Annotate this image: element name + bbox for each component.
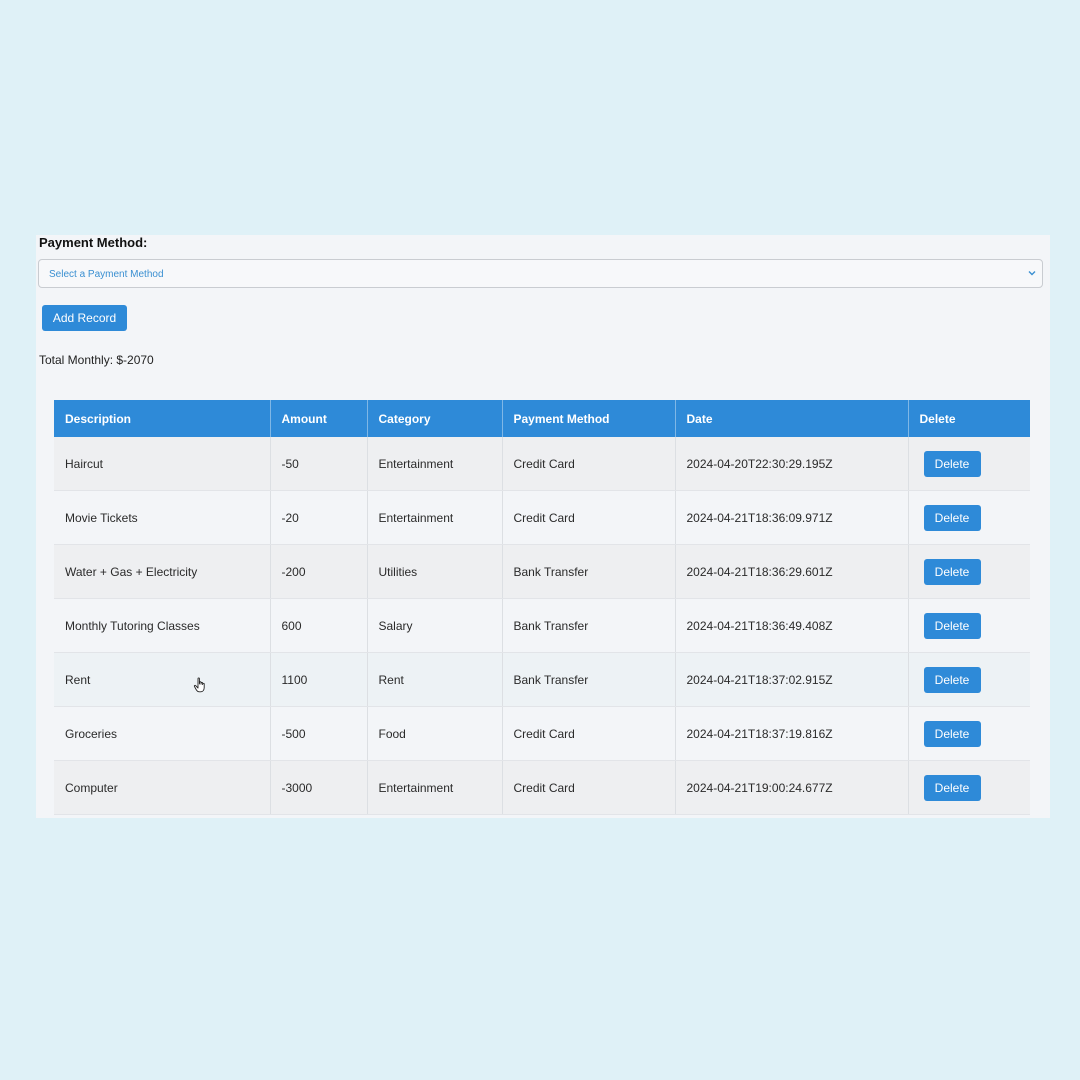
cell-description: Computer <box>54 760 271 815</box>
header-category: Category <box>367 400 503 437</box>
delete-button[interactable]: Delete <box>923 504 981 531</box>
cell-date: 2024-04-21T18:36:29.601Z <box>675 544 909 599</box>
cell-payment-method: Credit Card <box>502 706 676 761</box>
header-amount: Amount <box>270 400 368 437</box>
cell-amount: -200 <box>270 544 368 599</box>
cell-description: Monthly Tutoring Classes <box>54 598 271 653</box>
table-header-row: Description Amount Category Payment Meth… <box>54 400 1030 437</box>
cell-description: Haircut <box>54 437 271 491</box>
cell-delete: Delete <box>908 437 1030 491</box>
header-date: Date <box>675 400 909 437</box>
header-delete: Delete <box>908 400 1030 437</box>
cell-payment-method: Bank Transfer <box>502 652 676 707</box>
delete-button[interactable]: Delete <box>923 666 981 693</box>
payment-method-placeholder: Select a Payment Method <box>49 269 164 280</box>
cell-description: Movie Tickets <box>54 490 271 545</box>
chevron-down-icon <box>1028 271 1036 276</box>
cell-amount: 600 <box>270 598 368 653</box>
hand-pointer-icon <box>193 677 205 693</box>
cell-payment-method: Bank Transfer <box>502 544 676 599</box>
cell-category: Entertainment <box>367 437 503 491</box>
table-row: Groceries -500 Food Credit Card 2024-04-… <box>54 706 1030 761</box>
cell-delete: Delete <box>908 598 1030 653</box>
cell-description: Groceries <box>54 706 271 761</box>
table-row: Water + Gas + Electricity -200 Utilities… <box>54 544 1030 599</box>
delete-button[interactable]: Delete <box>923 612 981 639</box>
cell-delete: Delete <box>908 490 1030 545</box>
cell-date: 2024-04-20T22:30:29.195Z <box>675 437 909 491</box>
cell-category: Entertainment <box>367 760 503 815</box>
cell-amount: 1100 <box>270 652 368 707</box>
cell-category: Rent <box>367 652 503 707</box>
cell-amount: -20 <box>270 490 368 545</box>
records-table: Description Amount Category Payment Meth… <box>54 400 1030 815</box>
delete-button[interactable]: Delete <box>923 774 981 801</box>
cell-category: Utilities <box>367 544 503 599</box>
cell-amount: -50 <box>270 437 368 491</box>
table-row: Computer -3000 Entertainment Credit Card… <box>54 760 1030 815</box>
delete-button[interactable]: Delete <box>923 720 981 747</box>
delete-button[interactable]: Delete <box>923 450 981 477</box>
cell-date: 2024-04-21T18:37:02.915Z <box>675 652 909 707</box>
cell-payment-method: Credit Card <box>502 760 676 815</box>
cell-amount: -500 <box>270 706 368 761</box>
header-payment-method: Payment Method <box>502 400 676 437</box>
total-monthly-text: Total Monthly: $-2070 <box>39 353 154 367</box>
add-record-button[interactable]: Add Record <box>42 305 127 331</box>
cell-date: 2024-04-21T19:00:24.677Z <box>675 760 909 815</box>
cell-category: Salary <box>367 598 503 653</box>
cell-payment-method: Bank Transfer <box>502 598 676 653</box>
table-row: Movie Tickets -20 Entertainment Credit C… <box>54 490 1030 545</box>
cell-category: Entertainment <box>367 490 503 545</box>
payment-method-select[interactable]: Select a Payment Method <box>38 259 1043 288</box>
expense-form-panel: Payment Method: Select a Payment Method … <box>36 235 1050 818</box>
payment-method-label: Payment Method: <box>39 235 148 250</box>
cell-date: 2024-04-21T18:36:49.408Z <box>675 598 909 653</box>
cell-category: Food <box>367 706 503 761</box>
delete-button[interactable]: Delete <box>923 558 981 585</box>
cell-payment-method: Credit Card <box>502 437 676 491</box>
cell-delete: Delete <box>908 652 1030 707</box>
cell-payment-method: Credit Card <box>502 490 676 545</box>
table-row: Haircut -50 Entertainment Credit Card 20… <box>54 437 1030 491</box>
cell-date: 2024-04-21T18:36:09.971Z <box>675 490 909 545</box>
cell-delete: Delete <box>908 706 1030 761</box>
cell-delete: Delete <box>908 544 1030 599</box>
cell-delete: Delete <box>908 760 1030 815</box>
cell-description: Water + Gas + Electricity <box>54 544 271 599</box>
cell-amount: -3000 <box>270 760 368 815</box>
cell-date: 2024-04-21T18:37:19.816Z <box>675 706 909 761</box>
cell-description: Rent <box>54 652 271 707</box>
header-description: Description <box>54 400 271 437</box>
table-row: Monthly Tutoring Classes 600 Salary Bank… <box>54 598 1030 653</box>
